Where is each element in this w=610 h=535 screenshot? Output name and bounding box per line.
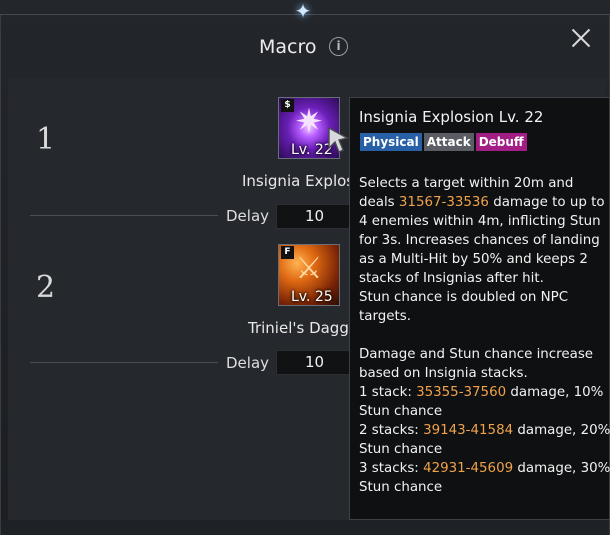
damage-range: 31567-33536 (398, 195, 489, 210)
damage-range: 35355-37560 (416, 385, 507, 400)
ornament-star-icon: ✦ (294, 0, 312, 23)
skill-level: Lv. 25 (291, 289, 333, 305)
dagger-slash-icon: ⚔ (295, 251, 323, 286)
skill-icon-triniels-dagger[interactable]: F ⚔ Lv. 25 (278, 244, 340, 306)
damage-range: 42931-45609 (423, 461, 514, 476)
desc-text: Damage and Stun chance increase based on… (359, 347, 594, 381)
stack-label: 2 stacks: (359, 423, 424, 438)
stack-label: 3 stacks: (359, 461, 424, 476)
info-icon[interactable]: i (329, 37, 348, 56)
window-title: Macro (259, 36, 317, 58)
slot-number: 2 (36, 270, 56, 305)
stack-label: 1 stack: (359, 385, 417, 400)
skill-name: Insignia Explos (242, 172, 355, 190)
damage-range: 39143-41584 (423, 423, 514, 438)
skill-name: Triniel's Dagg (248, 319, 349, 337)
desc-text: Stun chance is doubled on NPC targets. (359, 290, 569, 324)
close-button[interactable] (569, 26, 593, 50)
delay-input[interactable]: 10 (276, 350, 350, 375)
tag-debuff: Debuff (475, 133, 527, 151)
tooltip-title: Insignia Explosion Lv. 22 (359, 108, 544, 126)
tooltip-description: Selects a target within 20m and deals 31… (359, 174, 610, 497)
tag-physical: Physical (360, 133, 422, 151)
divider (30, 215, 218, 216)
divider (30, 362, 218, 363)
delay-label: Delay (226, 354, 270, 372)
delay-label: Delay (226, 207, 270, 225)
mouse-cursor-icon (328, 126, 349, 153)
skill-tooltip: Insignia Explosion Lv. 22 Physical Attac… (349, 97, 610, 520)
tag-attack: Attack (423, 133, 474, 151)
slot-number: 1 (36, 122, 56, 157)
skill-tags: Physical Attack Debuff (360, 133, 527, 151)
delay-input[interactable]: 10 (276, 204, 350, 229)
window-header: Macro i (0, 24, 610, 76)
macro-window: ✦ Macro i 1 $ ✷ Lv. 22 Insignia Explos D… (0, 0, 610, 535)
